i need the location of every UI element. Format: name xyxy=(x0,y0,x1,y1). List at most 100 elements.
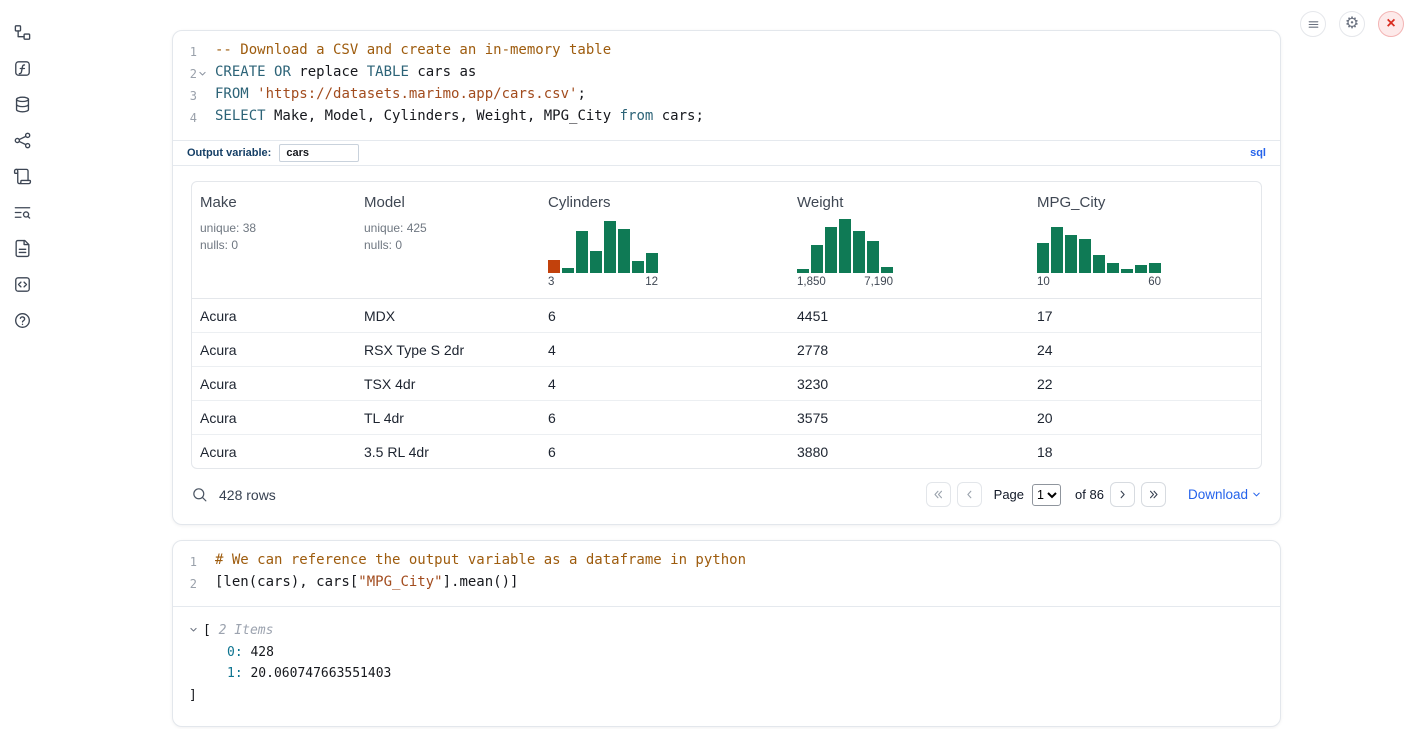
histogram-bar xyxy=(1093,255,1105,273)
table-cell: 6 xyxy=(540,299,789,332)
table-row: AcuraTSX 4dr4323022 xyxy=(192,367,1261,401)
python-cell: 1 # We can reference the output variable … xyxy=(172,540,1281,727)
language-badge: sql xyxy=(1250,147,1266,159)
code-line-text: # We can reference the output variable a… xyxy=(208,550,746,572)
column-header[interactable]: MPG_City 1060 xyxy=(1029,182,1261,298)
table-cell: 24 xyxy=(1029,333,1261,366)
histogram-bar xyxy=(1051,227,1063,273)
download-button[interactable]: Download xyxy=(1188,487,1262,502)
histogram-bar xyxy=(811,245,823,273)
fold-toggle-icon xyxy=(197,106,208,128)
chevron-down-icon xyxy=(1251,489,1262,500)
page-select[interactable]: 1 xyxy=(1032,484,1061,506)
fold-toggle-icon[interactable] xyxy=(197,62,208,84)
next-page-button[interactable] xyxy=(1110,482,1135,507)
histogram-bar xyxy=(618,229,630,273)
file-tree-icon[interactable] xyxy=(11,21,33,43)
help-icon[interactable] xyxy=(11,309,33,331)
histogram-bar xyxy=(1079,239,1091,273)
python-code-editor[interactable]: 1 # We can reference the output variable … xyxy=(173,541,1280,606)
first-page-button[interactable] xyxy=(926,482,951,507)
settings-gear-icon[interactable]: ⚙ xyxy=(1339,11,1365,37)
fold-toggle-icon xyxy=(197,84,208,106)
table-cell: TL 4dr xyxy=(356,401,540,434)
output-variable-bar: Output variable: sql xyxy=(173,140,1280,166)
histogram-axis: 1060 xyxy=(1037,276,1161,288)
dependency-graph-icon[interactable] xyxy=(11,129,33,151)
table-cell: 20 xyxy=(1029,401,1261,434)
column-stats: unique: 425nulls: 0 xyxy=(364,220,530,253)
histogram-bar xyxy=(1037,243,1049,273)
column-header[interactable]: Weight 1,8507,190 xyxy=(789,182,1029,298)
histogram-bar xyxy=(825,227,837,273)
tree-line: ] xyxy=(189,685,1264,707)
table-row: AcuraTL 4dr6357520 xyxy=(192,401,1261,435)
histogram-bar xyxy=(1065,235,1077,273)
snippets-icon[interactable] xyxy=(11,273,33,295)
notebook: 1 -- Download a CSV and create an in-memo… xyxy=(172,30,1281,727)
column-name: Weight xyxy=(797,194,1019,211)
table-cell: Acura xyxy=(192,401,356,434)
code-line-text: CREATE OR replace TABLE cars as xyxy=(208,62,476,84)
topbar: ⚙ × xyxy=(1300,11,1404,37)
histogram-bar xyxy=(881,267,893,273)
tree-line: 0: 428 xyxy=(189,642,1264,664)
histogram-bar xyxy=(853,231,865,273)
table-row: AcuraMDX6445117 xyxy=(192,299,1261,333)
table-row: AcuraRSX Type S 2dr4277824 xyxy=(192,333,1261,367)
histogram-bar xyxy=(1135,265,1147,273)
histogram-bar xyxy=(1107,263,1119,273)
line-number: 2 xyxy=(173,62,197,84)
column-name: MPG_City xyxy=(1037,194,1251,211)
menu-icon[interactable] xyxy=(1300,11,1326,37)
table-cell: RSX Type S 2dr xyxy=(356,333,540,366)
fold-toggle-icon xyxy=(197,572,208,594)
histogram-bar xyxy=(576,231,588,273)
table-cell: 3575 xyxy=(789,401,1029,434)
function-icon[interactable] xyxy=(11,57,33,79)
table-header-row: Makeunique: 38nulls: 0 Model unique: 425nu… xyxy=(192,182,1261,299)
close-icon[interactable]: × xyxy=(1378,11,1404,37)
logs-icon[interactable] xyxy=(11,201,33,223)
sql-code-editor[interactable]: 1-- Download a CSV and create an in-memo… xyxy=(173,31,1280,140)
table-cell: 4 xyxy=(540,367,789,400)
column-name: Model xyxy=(364,194,530,211)
chevron-left-icon xyxy=(963,488,976,501)
chevron-right-icon xyxy=(1116,488,1129,501)
table-cell: 3880 xyxy=(789,435,1029,468)
output-variable-input[interactable] xyxy=(279,144,359,162)
column-histogram: 1,8507,190 xyxy=(797,220,893,288)
line-number: 1 xyxy=(173,550,197,572)
column-histogram: 312 xyxy=(548,220,658,288)
code-line-text: -- Download a CSV and create an in-memor… xyxy=(208,40,611,62)
data-table: Makeunique: 38nulls: 0 Model unique: 425nu… xyxy=(191,181,1262,469)
column-header[interactable]: Model unique: 425nulls: 0 xyxy=(356,182,540,298)
table-cell: MDX xyxy=(356,299,540,332)
histogram-bar xyxy=(797,269,809,273)
prev-page-button[interactable] xyxy=(957,482,982,507)
table-cell: Acura xyxy=(192,367,356,400)
histogram-bar xyxy=(590,251,602,273)
last-page-button[interactable] xyxy=(1141,482,1166,507)
column-header[interactable]: Cylinders312 xyxy=(540,182,789,298)
database-icon[interactable] xyxy=(11,93,33,115)
table-cell: Acura xyxy=(192,435,356,468)
output-variable-label: Output variable: xyxy=(187,147,271,159)
table-cell: 4451 xyxy=(789,299,1029,332)
scratchpad-icon[interactable] xyxy=(11,165,33,187)
column-header[interactable]: Makeunique: 38nulls: 0 xyxy=(192,182,356,298)
fold-toggle-icon xyxy=(197,40,208,62)
histogram-bar xyxy=(548,260,560,273)
fold-toggle-icon xyxy=(197,550,208,572)
table-cell: 3230 xyxy=(789,367,1029,400)
histogram-axis: 1,8507,190 xyxy=(797,276,893,288)
tree-line: [ 2 Items xyxy=(189,620,1264,642)
collapse-toggle-icon[interactable] xyxy=(189,625,203,634)
search-icon[interactable] xyxy=(191,486,208,503)
table-footer: 428 rows Page 1 of 86 xyxy=(173,469,1280,524)
histogram-bar xyxy=(646,253,658,273)
column-stats: unique: 38nulls: 0 xyxy=(200,220,346,253)
histogram-bar xyxy=(562,268,574,273)
documentation-icon[interactable] xyxy=(11,237,33,259)
histogram-axis: 312 xyxy=(548,276,658,288)
